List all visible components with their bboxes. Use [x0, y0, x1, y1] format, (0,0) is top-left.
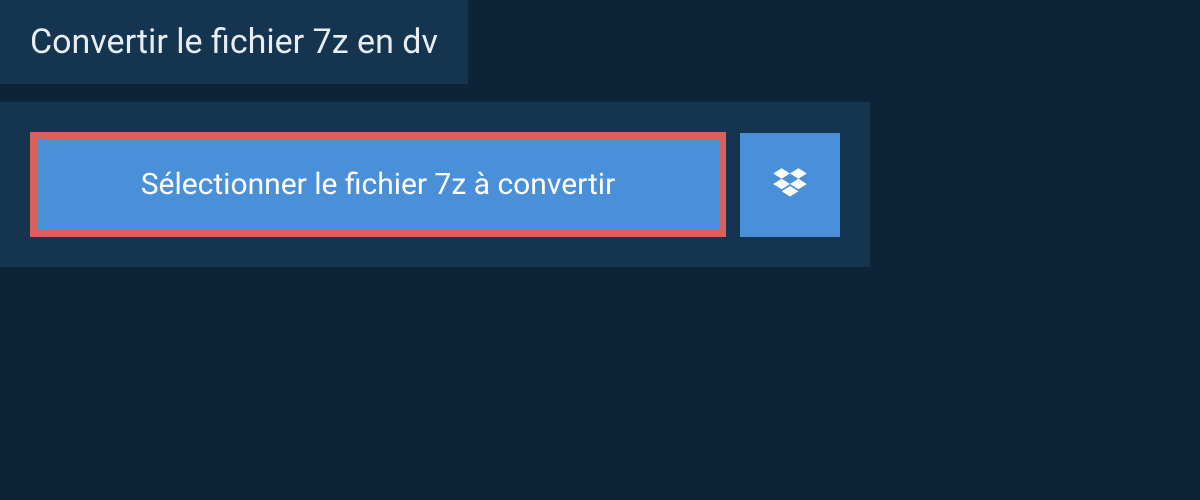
- dropbox-button[interactable]: [740, 133, 840, 237]
- upload-container: Sélectionner le fichier 7z à convertir: [0, 102, 870, 267]
- select-file-button[interactable]: Sélectionner le fichier 7z à convertir: [30, 132, 726, 237]
- page-title: Convertir le fichier 7z en dv: [30, 22, 438, 62]
- header-panel: Convertir le fichier 7z en dv: [0, 0, 468, 84]
- select-file-button-label: Sélectionner le fichier 7z à convertir: [141, 167, 616, 202]
- dropbox-icon: [769, 164, 811, 206]
